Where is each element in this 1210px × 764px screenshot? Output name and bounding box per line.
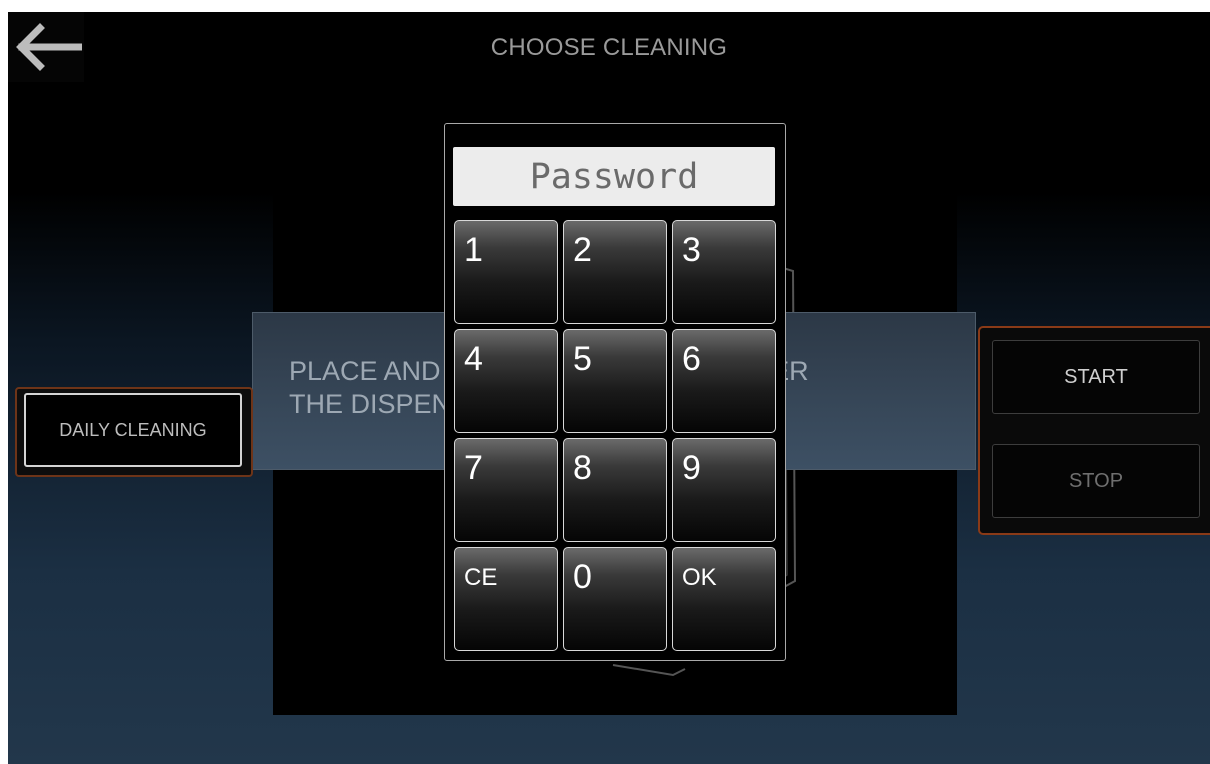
stop-button[interactable]: STOP (992, 444, 1200, 518)
key-5[interactable]: 5 (563, 329, 667, 433)
cleaning-screen: CHOOSE CLEANING PLACE AND EMPTY CONTAINE… (8, 12, 1210, 764)
key-4[interactable]: 4 (454, 329, 558, 433)
key-clear[interactable]: CE (454, 547, 558, 651)
password-keypad-dialog: 1 2 3 4 5 6 7 8 9 CE 0 OK (444, 123, 786, 661)
key-9[interactable]: 9 (672, 438, 776, 542)
control-panel: START STOP (978, 326, 1210, 535)
key-0[interactable]: 0 (563, 547, 667, 651)
daily-cleaning-selection-frame: DAILY CLEANING (15, 387, 253, 477)
key-6[interactable]: 6 (672, 329, 776, 433)
page-title: CHOOSE CLEANING (490, 34, 728, 61)
daily-cleaning-button[interactable]: DAILY CLEANING (24, 393, 242, 467)
start-button[interactable]: START (992, 340, 1200, 414)
key-8[interactable]: 8 (563, 438, 667, 542)
key-ok[interactable]: OK (672, 547, 776, 651)
key-3[interactable]: 3 (672, 220, 776, 324)
key-2[interactable]: 2 (563, 220, 667, 324)
key-1[interactable]: 1 (454, 220, 558, 324)
key-7[interactable]: 7 (454, 438, 558, 542)
password-input[interactable] (453, 147, 775, 206)
